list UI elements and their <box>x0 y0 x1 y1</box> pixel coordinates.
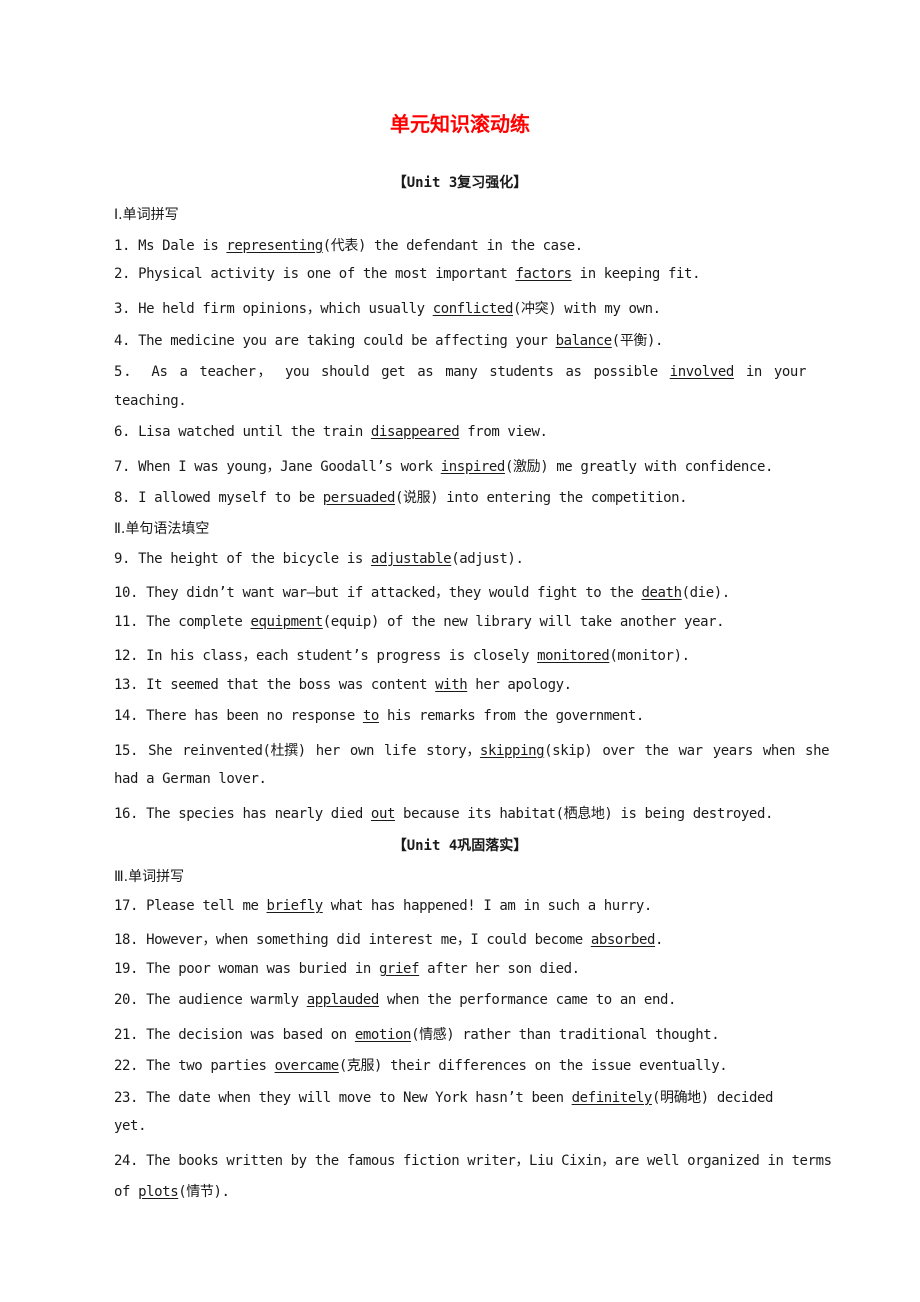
answer: absorbed <box>590 932 656 948</box>
exercise-item: 18. However，when something did interest … <box>114 932 664 948</box>
exercise-item: 1. Ms Dale is representing(代表) the defen… <box>114 238 583 254</box>
unit-heading: 【Unit 4巩固落实】 <box>392 838 528 854</box>
exercise-item: 21. The decision was based on emotion(情感… <box>114 1027 720 1043</box>
page-title: 单元知识滚动练 <box>390 112 530 136</box>
exercise-item: 19. The poor woman was buried in grief a… <box>114 961 580 977</box>
exercise-item-continuation: yet. <box>114 1118 147 1134</box>
exercise-item: 13. It seemed that the boss was content … <box>114 677 572 693</box>
exercise-item-continuation: teaching. <box>114 393 187 409</box>
exercise-item: 7. When I was young，Jane Goodall’s work … <box>114 459 774 475</box>
exercise-item: 8. I allowed myself to be persuaded(说服) … <box>114 490 688 506</box>
answer: grief <box>378 961 420 977</box>
exercise-item: 14. There has been no response to his re… <box>114 708 644 724</box>
answer: equipment <box>250 614 324 630</box>
answer: briefly <box>266 898 324 914</box>
exercise-item: 12. In his class，each student’s progress… <box>114 648 690 664</box>
answer: disappeared <box>370 424 460 440</box>
exercise-item: 3. He held firm opinions，which usually c… <box>114 301 661 317</box>
exercise-item: 23. The date when they will move to New … <box>114 1090 774 1106</box>
exercise-item: 9. The height of the bicycle is adjustab… <box>114 551 524 567</box>
answer: balance <box>555 333 613 349</box>
answer: factors <box>515 266 572 282</box>
exercise-item: 16. The species has nearly died out beca… <box>114 806 774 822</box>
answer: plots <box>138 1184 179 1200</box>
answer: definitely <box>571 1090 653 1106</box>
answer: out <box>370 806 396 822</box>
exercise-item-continuation: of plots(情节). <box>114 1184 230 1200</box>
answer: overcame <box>274 1058 340 1074</box>
exercise-item: 10. They didn’t want war—but if attacked… <box>114 585 730 601</box>
answer: death <box>641 585 682 601</box>
exercise-item-continuation: had a German lover. <box>114 771 267 787</box>
exercise-item: 4. The medicine you are taking could be … <box>114 333 664 349</box>
exercise-item: 2. Physical activity is one of the most … <box>114 266 701 282</box>
answer: representing <box>226 238 323 254</box>
exercise-item: 20. The audience warmly applauded when t… <box>114 992 677 1008</box>
section-heading: Ⅰ.单词拼写 <box>114 207 179 223</box>
answer: emotion <box>354 1027 412 1043</box>
answer: conflicted <box>432 301 514 317</box>
section-heading: Ⅲ.单词拼写 <box>114 869 185 885</box>
answer: involved <box>669 364 735 380</box>
answer: persuaded <box>322 490 396 506</box>
exercise-item: 5． As a teacher， you should get as many … <box>114 364 806 380</box>
exercise-item: 17. Please tell me briefly what has happ… <box>114 898 652 914</box>
answer: with <box>435 677 468 693</box>
answer: adjustable <box>370 551 452 567</box>
answer: to <box>362 708 379 724</box>
answer: monitored <box>537 648 610 664</box>
exercise-item: 22. The two parties overcame(克服) their d… <box>114 1058 728 1074</box>
unit-heading: 【Unit 3复习强化】 <box>392 175 528 191</box>
answer: inspired <box>440 459 506 475</box>
exercise-item: 11. The complete equipment(equip) of the… <box>114 614 725 630</box>
exercise-item: 15. She reinvented(杜撰) her own life stor… <box>114 743 830 759</box>
answer: applauded <box>306 992 380 1008</box>
exercise-item: 6. Lisa watched until the train disappea… <box>114 424 548 440</box>
section-heading: Ⅱ.单句语法填空 <box>114 521 210 537</box>
exercise-item: 24. The books written by the famous fict… <box>114 1153 832 1169</box>
answer: skipping <box>479 743 545 759</box>
